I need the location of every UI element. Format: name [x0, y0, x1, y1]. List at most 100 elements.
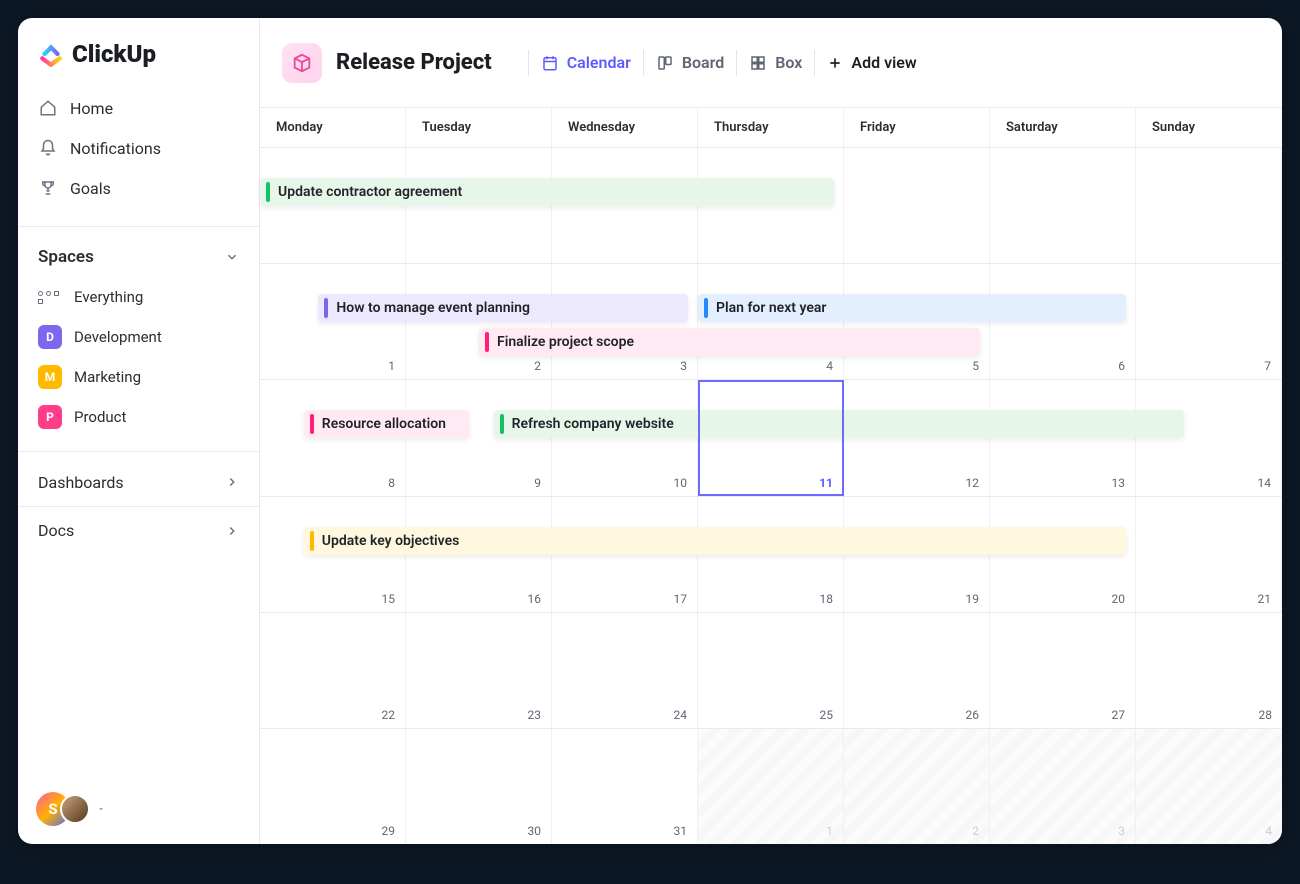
- home-icon: [38, 98, 58, 118]
- nav-label: Home: [70, 99, 113, 118]
- calendar-cell[interactable]: 23: [406, 613, 552, 728]
- trophy-icon: [38, 178, 58, 198]
- calendar-week: Update contractor agreement: [260, 148, 1282, 264]
- space-list: Everything D Development M Marketing P P…: [18, 277, 259, 445]
- day-number: 29: [382, 824, 396, 838]
- calendar-cell[interactable]: 28: [1136, 613, 1282, 728]
- calendar-cell[interactable]: 29: [260, 729, 406, 844]
- spaces-header[interactable]: Spaces: [18, 233, 259, 277]
- calendar-cell[interactable]: 3: [990, 729, 1136, 844]
- calendar-cell[interactable]: [844, 148, 990, 263]
- spaces-header-label: Spaces: [38, 247, 94, 267]
- day-number: 11: [819, 476, 833, 490]
- day-number: 6: [1118, 359, 1125, 373]
- calendar-cell[interactable]: 4: [1136, 729, 1282, 844]
- nav-notifications[interactable]: Notifications: [28, 128, 249, 168]
- calendar-cell[interactable]: 24: [552, 613, 698, 728]
- view-board[interactable]: Board: [656, 53, 724, 72]
- day-number: 5: [972, 359, 979, 373]
- avatar: [60, 794, 90, 824]
- add-view-label: Add view: [851, 53, 916, 72]
- calendar-cell[interactable]: [990, 148, 1136, 263]
- day-number: 24: [674, 708, 688, 722]
- space-chip: P: [38, 405, 62, 429]
- day-number: 2: [972, 824, 979, 838]
- calendar-cell[interactable]: 30: [406, 729, 552, 844]
- nav-label: Docs: [38, 521, 74, 540]
- day-number: 3: [1118, 824, 1125, 838]
- calendar-week: 1234567How to manage event planningPlan …: [260, 264, 1282, 380]
- event-title: Plan for next year: [716, 300, 826, 316]
- separator: [528, 50, 529, 76]
- calendar-cell[interactable]: 7: [1136, 264, 1282, 379]
- calendar-cell[interactable]: 11: [698, 380, 844, 495]
- day-number: 25: [820, 708, 834, 722]
- space-chip: M: [38, 365, 62, 389]
- chevron-right-icon: [225, 475, 239, 489]
- day-header-cell: Monday: [260, 108, 406, 147]
- day-number: 30: [528, 824, 542, 838]
- calendar-week: 891011121314Resource allocationRefresh c…: [260, 380, 1282, 496]
- sidebar: ClickUp Home Notifications Goals: [18, 18, 260, 844]
- calendar-cell[interactable]: 25: [698, 613, 844, 728]
- calendar-cell[interactable]: 21: [1136, 497, 1282, 612]
- calendar-cell[interactable]: 2: [844, 729, 990, 844]
- day-header-cell: Tuesday: [406, 108, 552, 147]
- day-number: 14: [1258, 476, 1272, 490]
- calendar-event[interactable]: How to manage event planning: [318, 294, 687, 322]
- calendar-cell[interactable]: 27: [990, 613, 1136, 728]
- space-everything[interactable]: Everything: [28, 277, 249, 317]
- add-view-button[interactable]: Add view: [827, 53, 916, 72]
- nav-docs[interactable]: Docs: [18, 506, 259, 554]
- divider: [18, 226, 259, 227]
- space-label: Marketing: [74, 368, 141, 386]
- nav-label: Dashboards: [38, 473, 124, 492]
- divider: [18, 451, 259, 452]
- calendar-cell[interactable]: 1: [698, 729, 844, 844]
- calendar-cell[interactable]: [1136, 148, 1282, 263]
- day-number: 1: [826, 824, 833, 838]
- calendar-icon: [541, 54, 559, 72]
- day-number: 15: [382, 592, 396, 606]
- day-number: 10: [674, 476, 688, 490]
- calendar-week: 2223 24 25 26 27 28: [260, 613, 1282, 729]
- plus-icon: [827, 55, 843, 71]
- separator: [736, 50, 737, 76]
- logo-icon: [38, 41, 64, 67]
- space-marketing[interactable]: M Marketing: [28, 357, 249, 397]
- day-number: 27: [1112, 708, 1126, 722]
- day-number: 8: [388, 476, 395, 490]
- calendar-event[interactable]: Update key objectives: [304, 527, 1126, 555]
- event-title: Update key objectives: [322, 533, 460, 549]
- view-label: Board: [682, 53, 724, 72]
- space-development[interactable]: D Development: [28, 317, 249, 357]
- view-calendar[interactable]: Calendar: [541, 53, 631, 72]
- calendar-event[interactable]: Plan for next year: [698, 294, 1126, 322]
- calendar-cell[interactable]: 31: [552, 729, 698, 844]
- bell-icon: [38, 138, 58, 158]
- calendar-cell[interactable]: 26: [844, 613, 990, 728]
- caret-down-icon: [96, 804, 106, 814]
- view-box[interactable]: Box: [749, 53, 802, 72]
- nav-dashboards[interactable]: Dashboards: [18, 458, 259, 506]
- board-icon: [656, 54, 674, 72]
- project-icon: [282, 43, 322, 83]
- day-number: 17: [674, 592, 688, 606]
- day-header-cell: Friday: [844, 108, 990, 147]
- day-header-cell: Thursday: [698, 108, 844, 147]
- calendar-event[interactable]: Resource allocation: [304, 410, 469, 438]
- calendar-cell[interactable]: 22: [260, 613, 406, 728]
- day-number: 19: [966, 592, 980, 606]
- nav-home[interactable]: Home: [28, 88, 249, 128]
- space-product[interactable]: P Product: [28, 397, 249, 437]
- calendar-event[interactable]: Finalize project scope: [479, 328, 980, 356]
- nav-goals[interactable]: Goals: [28, 168, 249, 208]
- event-color-bar: [500, 414, 504, 434]
- day-number: 13: [1112, 476, 1126, 490]
- user-menu[interactable]: S: [18, 778, 259, 844]
- brand[interactable]: ClickUp: [18, 18, 259, 84]
- space-label: Everything: [74, 288, 143, 306]
- calendar-event[interactable]: Update contractor agreement: [260, 178, 834, 206]
- event-color-bar: [310, 414, 314, 434]
- topbar: Release Project Calendar Board Box: [260, 18, 1282, 108]
